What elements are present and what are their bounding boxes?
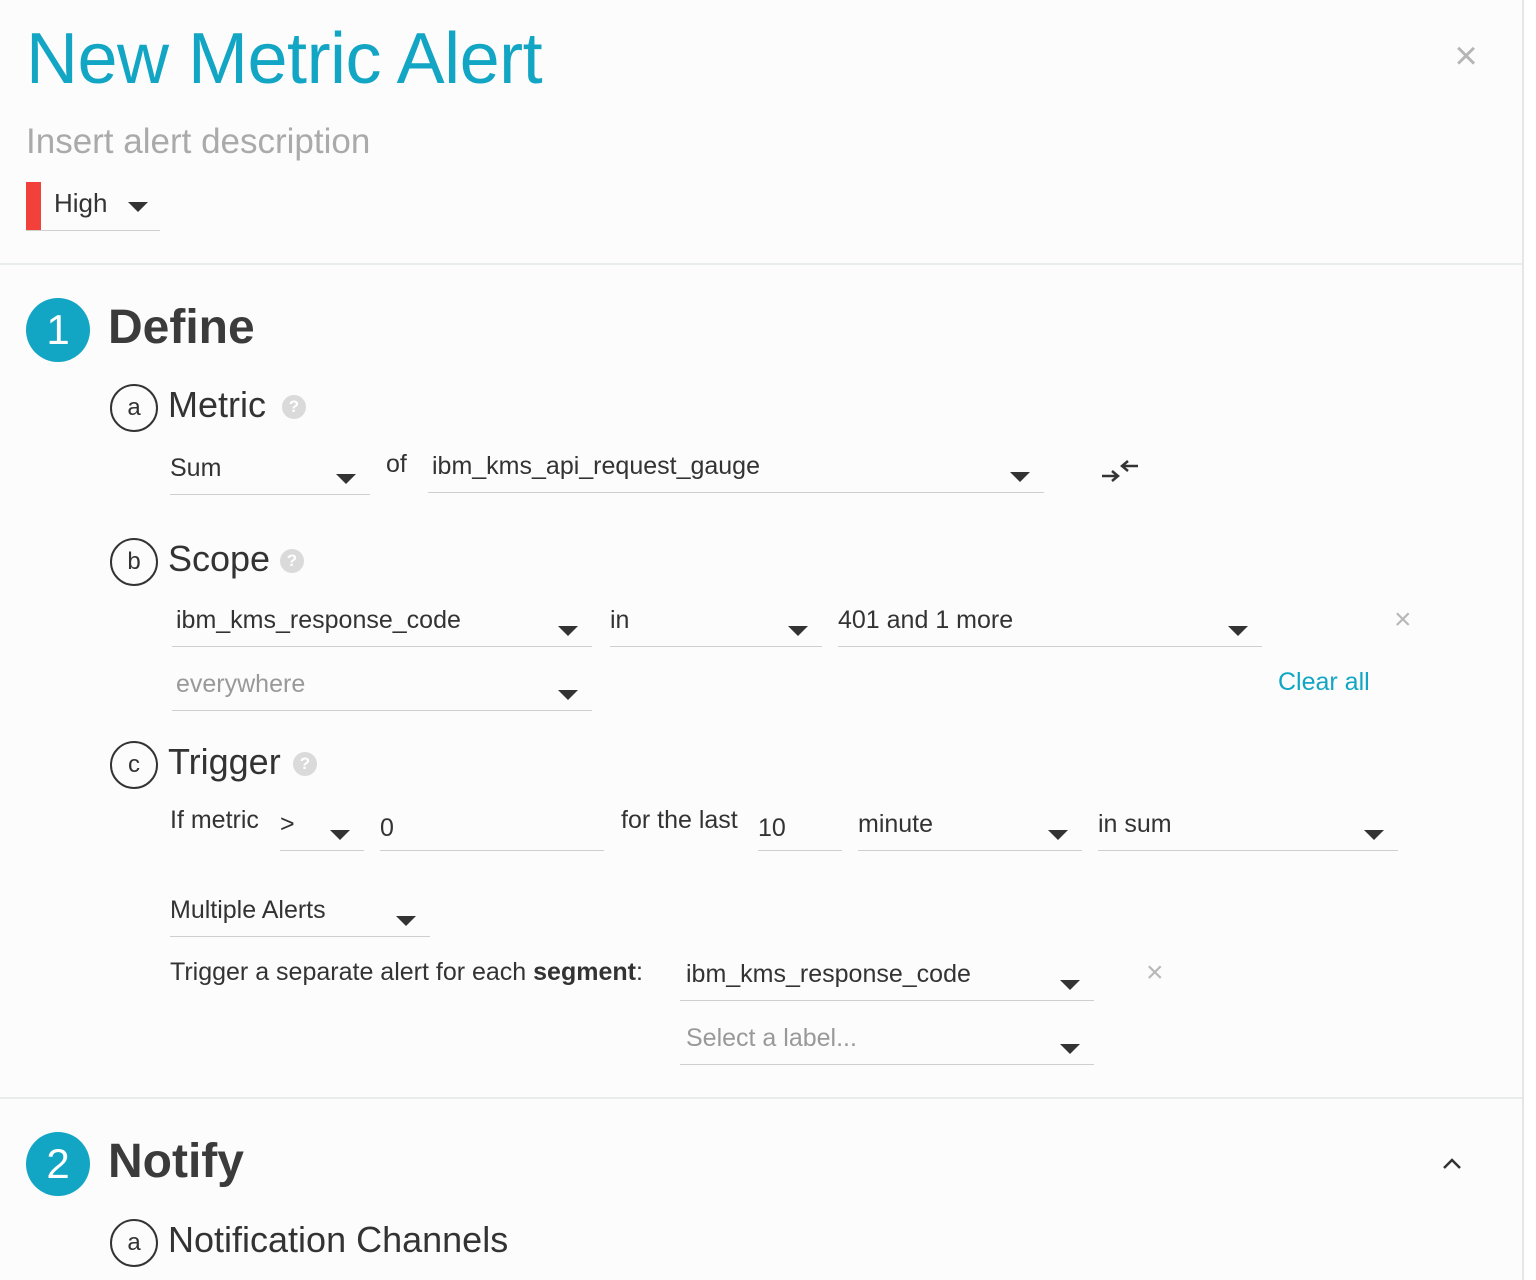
trigger-aggregation-select[interactable]: in sum xyxy=(1098,804,1398,851)
chevron-down-icon xyxy=(1060,980,1080,990)
duration-value: 10 xyxy=(758,814,786,842)
help-icon[interactable]: ? xyxy=(280,549,304,573)
comparator-select[interactable]: > xyxy=(280,804,364,851)
chevron-down-icon xyxy=(558,690,578,700)
chevron-down-icon xyxy=(788,626,808,636)
chevron-up-icon[interactable] xyxy=(1440,1156,1464,1172)
time-unit-select[interactable]: minute xyxy=(858,804,1082,851)
chevron-down-icon xyxy=(558,626,578,636)
help-icon[interactable]: ? xyxy=(293,752,317,776)
scope-location-select[interactable]: everywhere xyxy=(172,664,592,711)
page-title: New Metric Alert xyxy=(26,19,543,99)
severity-label: High xyxy=(54,188,108,218)
chevron-down-icon xyxy=(336,474,356,484)
scope-operator-select[interactable]: in xyxy=(610,600,822,647)
severity-color-bar xyxy=(26,182,41,230)
alert-mode-value: Multiple Alerts xyxy=(170,896,326,924)
threshold-input[interactable]: 0 xyxy=(380,804,604,851)
substep-title-trigger: Trigger xyxy=(168,741,281,782)
clear-all-link[interactable]: Clear all xyxy=(1278,668,1370,697)
description-input[interactable]: Insert alert description xyxy=(26,122,370,162)
segment-text-suffix: : xyxy=(635,958,643,986)
chevron-down-icon xyxy=(1010,472,1030,482)
metric-value: ibm_kms_api_request_gauge xyxy=(432,452,760,480)
substep-letter-trigger: c xyxy=(110,741,158,789)
remove-scope-icon[interactable]: × xyxy=(1394,605,1412,635)
chevron-down-icon xyxy=(396,916,416,926)
trigger-aggregation-value: in sum xyxy=(1098,810,1172,838)
aggregation-value: Sum xyxy=(170,454,222,482)
of-label: of xyxy=(386,450,407,478)
substep-letter-metric: a xyxy=(110,384,158,432)
section-title-define: Define xyxy=(108,301,255,354)
help-icon[interactable]: ? xyxy=(282,395,306,419)
chevron-down-icon xyxy=(1364,830,1384,840)
substep-title-channels: Notification Channels xyxy=(168,1219,509,1260)
metric-select[interactable]: ibm_kms_api_request_gauge xyxy=(428,446,1044,493)
duration-input[interactable]: 10 xyxy=(758,804,842,851)
header-divider xyxy=(0,263,1522,265)
scope-values-select[interactable]: 401 and 1 more xyxy=(838,600,1262,647)
scope-location-placeholder: everywhere xyxy=(176,670,306,698)
section-title-notify: Notify xyxy=(108,1135,244,1188)
substep-title-metric: Metric xyxy=(168,384,266,425)
scope-operator-value: in xyxy=(610,606,630,634)
alert-mode-select[interactable]: Multiple Alerts xyxy=(170,890,430,937)
chevron-down-icon xyxy=(1060,1044,1080,1054)
segment-label-value: ibm_kms_response_code xyxy=(686,960,971,988)
remove-segment-icon[interactable]: × xyxy=(1146,958,1164,988)
aggregation-select[interactable]: Sum xyxy=(170,448,370,495)
segment-add-select[interactable]: Select a label... xyxy=(680,1018,1094,1065)
new-metric-alert-panel: New Metric Alert × Insert alert descript… xyxy=(0,0,1524,1280)
segment-text-prefix: Trigger a separate alert for each xyxy=(170,958,534,986)
threshold-value: 0 xyxy=(380,814,394,842)
close-icon[interactable]: × xyxy=(1448,36,1484,76)
chevron-down-icon xyxy=(1228,626,1248,636)
segment-label-select[interactable]: ibm_kms_response_code xyxy=(680,954,1094,1001)
segment-text-bold: segment xyxy=(533,958,636,986)
segment-add-placeholder: Select a label... xyxy=(686,1024,857,1052)
substep-title-scope: Scope xyxy=(168,538,271,579)
scope-label-select[interactable]: ibm_kms_response_code xyxy=(172,600,592,647)
scope-label-value: ibm_kms_response_code xyxy=(176,606,461,634)
for-the-last-label: for the last xyxy=(621,806,738,834)
if-metric-label: If metric xyxy=(170,806,259,834)
chevron-down-icon xyxy=(1048,830,1068,840)
comparator-value: > xyxy=(280,810,295,838)
define-divider xyxy=(0,1097,1522,1099)
substep-letter-channels: a xyxy=(110,1219,158,1267)
chevron-down-icon xyxy=(330,830,350,840)
time-unit-value: minute xyxy=(858,810,934,838)
severity-select[interactable]: High xyxy=(26,182,160,231)
segment-description: Trigger a separate alert for each segmen… xyxy=(170,958,643,987)
step-number-define: 1 xyxy=(26,298,90,362)
step-number-notify: 2 xyxy=(26,1132,90,1196)
scope-values-value: 401 and 1 more xyxy=(838,606,1014,634)
chevron-down-icon xyxy=(128,202,148,212)
compare-arrows-icon[interactable] xyxy=(1100,456,1140,486)
substep-letter-scope: b xyxy=(110,538,158,586)
